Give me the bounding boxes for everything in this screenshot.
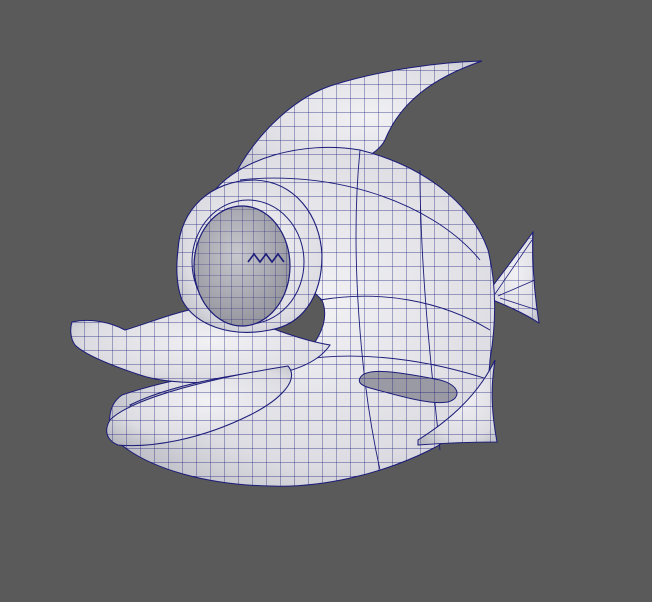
fish-model[interactable] [0, 0, 652, 602]
tail-fin[interactable] [487, 230, 540, 325]
eyeball[interactable] [193, 205, 291, 327]
3d-viewport[interactable] [0, 0, 652, 602]
